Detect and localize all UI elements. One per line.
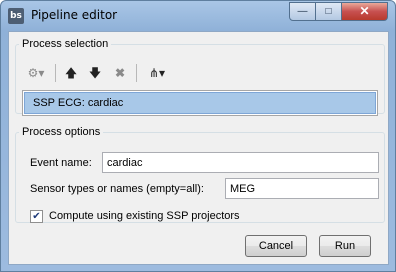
toolbar-separator	[55, 64, 56, 82]
process-toolbar: ⚙▾ 🡅 🡇 ✖ ⋔▾	[22, 62, 382, 86]
run-button[interactable]: Run	[319, 235, 371, 257]
process-selection-group: Process selection ⚙▾ 🡅 🡇 ✖ ⋔▾ SSP ECG: c…	[15, 38, 385, 116]
brainstorm-app-icon: bs	[8, 8, 24, 24]
sensor-types-label: Sensor types or names (empty=all):	[30, 183, 204, 195]
process-options-legend: Process options	[22, 126, 101, 138]
existing-ssp-checkbox[interactable]: ✔	[30, 210, 43, 223]
process-list[interactable]: SSP ECG: cardiac	[22, 90, 378, 116]
minimize-button[interactable]: —	[289, 2, 316, 21]
process-list-item[interactable]: SSP ECG: cardiac	[24, 92, 376, 114]
maximize-button[interactable]: □	[315, 2, 342, 21]
sensor-types-input[interactable]	[225, 178, 379, 199]
pipeline-editor-window: bs Pipeline editor — □ ✕ Process selecti…	[0, 0, 396, 272]
event-name-input[interactable]	[102, 152, 379, 173]
dialog-content: Process selection ⚙▾ 🡅 🡇 ✖ ⋔▾ SSP ECG: c…	[8, 31, 389, 265]
title-bar[interactable]: bs Pipeline editor — □ ✕	[1, 1, 395, 31]
process-options-group: Process options Event name: Sensor types…	[15, 126, 385, 223]
existing-ssp-checkbox-label[interactable]: Compute using existing SSP projectors	[49, 210, 240, 222]
add-process-gear-icon[interactable]: ⚙▾	[22, 62, 50, 84]
event-name-label: Event name:	[30, 157, 92, 169]
process-selection-legend: Process selection	[22, 38, 109, 50]
window-title: Pipeline editor	[31, 8, 118, 22]
toolbar-separator	[136, 64, 137, 82]
move-down-arrow-icon[interactable]: 🡇	[86, 62, 104, 84]
close-button[interactable]: ✕	[341, 2, 388, 21]
delete-x-icon[interactable]: ✖	[110, 62, 130, 84]
move-up-arrow-icon[interactable]: 🡅	[62, 62, 80, 84]
pipeline-tree-icon[interactable]: ⋔▾	[142, 62, 172, 84]
cancel-button[interactable]: Cancel	[245, 235, 307, 257]
